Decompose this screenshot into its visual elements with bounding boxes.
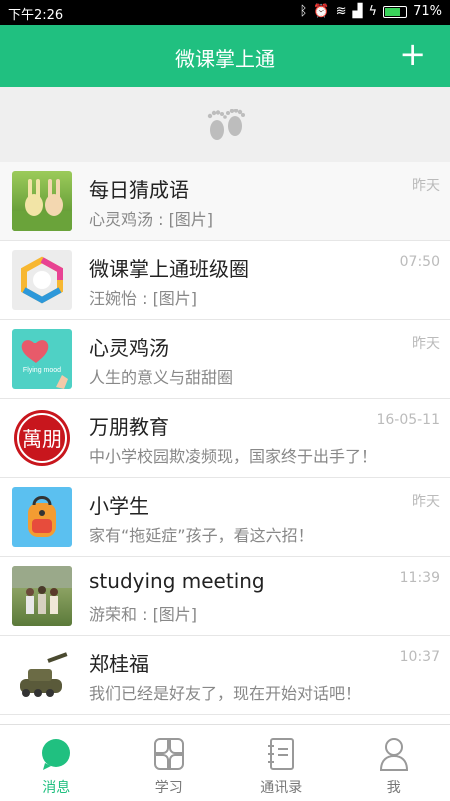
conversation-time: 11:39	[400, 570, 440, 586]
tab-label: 学习	[113, 777, 226, 797]
grid-petals-icon	[152, 737, 186, 771]
person-icon	[377, 737, 411, 771]
status-icons: ᛒ ⏰ ≋ ▟ ϟ 71%	[300, 4, 442, 19]
tab-contacts[interactable]: 通讯录	[225, 725, 338, 801]
group-photo-avatar	[12, 566, 72, 626]
alarm-icon: ⏰	[313, 4, 329, 19]
charging-icon: ϟ	[369, 4, 378, 19]
conversation-list[interactable]: 每日猜成语 心灵鸡汤 : [图片] 昨天 微课掌上通班级圈 汪婉怡 : [图片]…	[0, 162, 450, 724]
rabbits-avatar	[12, 171, 72, 231]
tab-study[interactable]: 学习	[113, 725, 226, 801]
chat-bubble-icon	[39, 737, 73, 771]
conversation-time: 昨天	[412, 175, 440, 195]
conversation-name: 微课掌上通班级圈	[89, 253, 249, 282]
add-button[interactable]: +	[399, 38, 426, 70]
wifi-icon: ≋	[336, 4, 347, 19]
battery-icon	[383, 6, 407, 18]
conversation-name: 小学生	[89, 490, 149, 519]
conversation-time: 10:37	[400, 649, 440, 665]
footprints-icon	[205, 109, 247, 143]
pull-refresh-zone	[0, 87, 450, 162]
conversation-row[interactable]: 萬朋 万朋教育 中小学校园欺凌频现，国家终于出手了！ 16-05-11	[0, 399, 450, 478]
conversation-name: 郑桂福	[89, 648, 149, 677]
title-bar: 微课掌上通 +	[0, 25, 450, 87]
bluetooth-icon: ᛒ	[300, 4, 308, 19]
status-time: 下午2:26	[8, 4, 63, 23]
status-bar: 下午2:26 ᛒ ⏰ ≋ ▟ ϟ 71%	[0, 0, 450, 25]
conversation-preview: 游荣和 : [图片]	[89, 601, 197, 625]
conversation-name: 万朋教育	[89, 411, 169, 440]
conversation-row[interactable]: 每日猜成语 心灵鸡汤 : [图片] 昨天	[0, 162, 450, 241]
conversation-row[interactable]: 小学生 家有“拖延症”孩子，看这六招！ 昨天	[0, 478, 450, 557]
battery-percent: 71%	[413, 4, 442, 19]
seal-avatar: 萬朋	[12, 408, 72, 468]
page-title: 微课掌上通	[0, 43, 450, 72]
conversation-time: 16-05-11	[376, 412, 440, 428]
conversation-time: 昨天	[412, 491, 440, 511]
conversation-preview: 我们已经是好友了，现在开始对话吧！	[89, 680, 361, 704]
tab-label: 通讯录	[225, 777, 338, 797]
conversation-name: 每日猜成语	[89, 174, 189, 203]
conversation-row[interactable]: 郑桂福 我们已经是好友了，现在开始对话吧！ 10:37	[0, 636, 450, 715]
conversation-name: 心灵鸡汤	[89, 332, 169, 361]
conversation-time: 07:50	[400, 254, 440, 270]
heart-flying-mood-avatar: Flying mood	[12, 329, 72, 389]
tank-avatar	[12, 645, 72, 705]
conversation-time: 昨天	[412, 333, 440, 353]
conversation-name: studying meeting	[89, 569, 265, 593]
conversation-row[interactable]: Flying mood 心灵鸡汤 人生的意义与甜甜圈 昨天	[0, 320, 450, 399]
conversation-row[interactable]: studying meeting 游荣和 : [图片] 11:39	[0, 557, 450, 636]
svg-text:萬朋: 萬朋	[22, 427, 62, 451]
tab-label: 我	[338, 777, 450, 797]
plus-icon: +	[399, 35, 426, 73]
address-book-icon	[264, 737, 298, 771]
conversation-preview: 人生的意义与甜甜圈	[89, 364, 233, 388]
conversation-preview: 心灵鸡汤 : [图片]	[89, 206, 213, 230]
conversation-preview: 家有“拖延症”孩子，看这六招！	[89, 522, 314, 546]
bottom-nav: 消息 学习 通讯录 我	[0, 724, 450, 801]
conversation-preview: 中小学校园欺凌频现，国家终于出手了！	[89, 443, 377, 467]
svg-text:Flying mood: Flying mood	[23, 367, 61, 374]
backpack-avatar	[12, 487, 72, 547]
tab-me[interactable]: 我	[338, 725, 450, 801]
conversation-row[interactable]: 微课掌上通班级圈 汪婉怡 : [图片] 07:50	[0, 241, 450, 320]
tab-label: 消息	[0, 777, 113, 797]
hexagon-logo-avatar	[12, 250, 72, 310]
conversation-preview: 汪婉怡 : [图片]	[89, 285, 197, 309]
tab-messages[interactable]: 消息	[0, 725, 113, 801]
signal-icon: ▟	[353, 4, 363, 19]
